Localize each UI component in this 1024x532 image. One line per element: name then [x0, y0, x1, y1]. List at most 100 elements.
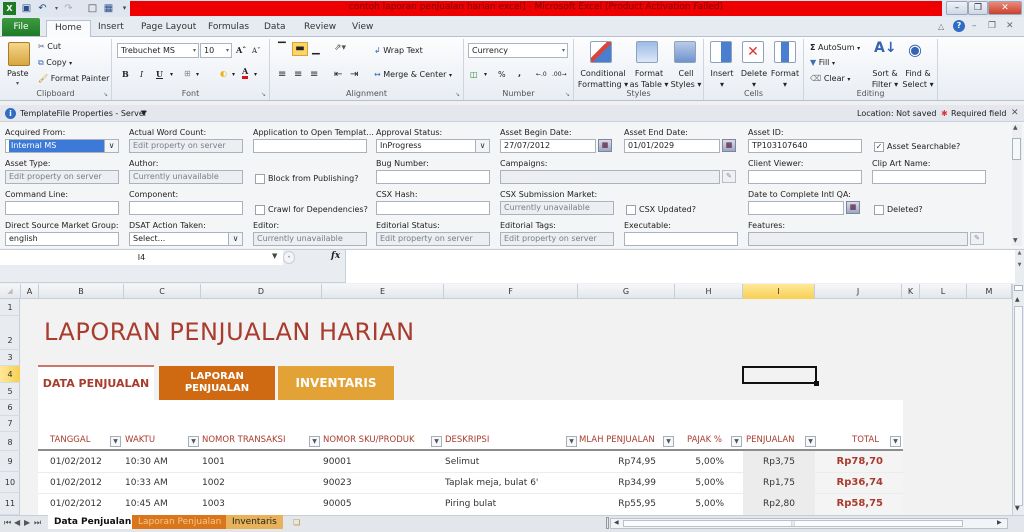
tab-formulas[interactable]: Formulas — [200, 20, 257, 37]
filter-dropdown-icon[interactable]: ▼ — [431, 436, 442, 447]
font-name-select[interactable]: Trebuchet MS ▾ — [117, 43, 199, 58]
column-header[interactable]: M — [967, 284, 1012, 299]
horizontal-scroll-thumb[interactable]: ||| — [623, 520, 963, 527]
vertical-scroll-thumb[interactable] — [1014, 306, 1023, 506]
workbook-minimize-icon[interactable]: – — [972, 21, 977, 31]
row-header[interactable]: 1 — [0, 299, 20, 316]
tab-view[interactable]: View — [344, 20, 381, 37]
cell-penjualan[interactable]: Rp1,75 — [763, 473, 795, 493]
cut-button[interactable]: Cut — [47, 42, 61, 51]
csx-hash-input[interactable] — [376, 201, 490, 215]
fill-color-dropdown-icon[interactable]: ▾ — [232, 69, 235, 80]
cell-waktu[interactable]: 10:33 AM — [125, 473, 168, 493]
decrease-decimal-icon[interactable]: .00→ — [552, 69, 567, 80]
filter-dropdown-icon[interactable]: ▼ — [110, 436, 121, 447]
dsat-action-select[interactable]: Select... ∨ — [129, 232, 243, 246]
filter-dropdown-icon[interactable]: ▼ — [731, 436, 742, 447]
autosum-button[interactable]: AutoSum — [818, 43, 855, 52]
minimize-ribbon-icon[interactable]: △ — [938, 22, 944, 31]
row-header[interactable]: 8 — [0, 432, 20, 451]
tab-split-handle[interactable] — [606, 517, 609, 529]
row-header[interactable]: 7 — [0, 416, 20, 432]
features-browse-icon[interactable]: ✎ — [970, 232, 984, 245]
tab-page-layout[interactable]: Page Layout — [133, 20, 204, 37]
underline-button[interactable]: U — [156, 69, 163, 80]
tab-insert[interactable]: Insert — [90, 20, 132, 37]
conditional-formatting-button[interactable]: Conditional Formatting ▾ — [577, 68, 629, 90]
cell-nomor-transaksi[interactable]: 1001 — [202, 452, 225, 472]
calendar-icon[interactable]: ▦ — [722, 139, 736, 152]
fill-color-icon[interactable]: ◐ — [220, 68, 227, 79]
align-middle-icon[interactable]: ▬ — [292, 42, 308, 56]
tab-review[interactable]: Review — [296, 20, 344, 37]
asset-begin-date-input[interactable]: 27/07/2012 — [500, 139, 596, 153]
align-center-icon[interactable]: ≡ — [294, 69, 302, 80]
cell-nomor-sku[interactable]: 90005 — [323, 494, 352, 514]
increase-indent-icon[interactable]: ⇥ — [350, 69, 358, 80]
cell-total[interactable]: Rp58,75 — [837, 494, 884, 514]
column-header[interactable]: E — [322, 284, 444, 299]
tab-data[interactable]: Data — [256, 20, 294, 37]
font-color-dropdown-icon[interactable]: ▾ — [254, 69, 257, 80]
number-format-select[interactable]: Currency ▾ — [468, 43, 568, 58]
cell-total[interactable]: Rp78,70 — [837, 452, 884, 472]
cell-waktu[interactable]: 10:30 AM — [125, 452, 168, 472]
last-sheet-icon[interactable]: ⏭ — [34, 518, 41, 528]
delete-cells-button[interactable]: Delete ▾ — [740, 68, 768, 90]
paste-icon[interactable] — [8, 42, 30, 66]
cell-penjualan[interactable]: Rp3,75 — [763, 452, 795, 472]
cell-tanggal[interactable]: 01/02/2012 — [50, 473, 102, 493]
filter-dropdown-icon[interactable]: ▼ — [805, 436, 816, 447]
minimize-button[interactable]: – — [946, 1, 968, 15]
align-top-icon[interactable]: ▔ — [278, 43, 286, 54]
close-panel-icon[interactable]: ✕ — [1011, 108, 1019, 118]
row-header-active[interactable]: 4 — [0, 366, 20, 383]
merge-center-button[interactable]: Merge & Center — [383, 70, 446, 79]
help-icon[interactable]: ? — [953, 20, 965, 32]
cell-pajak[interactable]: 5,00% — [695, 473, 724, 493]
column-header[interactable]: G — [578, 284, 675, 299]
italic-button[interactable]: I — [140, 69, 143, 80]
crawl-dependencies-checkbox[interactable] — [255, 205, 265, 215]
align-bottom-icon[interactable]: ▁ — [312, 44, 320, 55]
wrap-text-button[interactable]: Wrap Text — [383, 46, 423, 55]
increase-decimal-icon[interactable]: ←.0 — [536, 69, 547, 80]
accounting-dropdown-icon[interactable]: ▾ — [484, 69, 487, 80]
cell-styles-button[interactable]: Cell Styles ▾ — [670, 68, 702, 90]
column-header[interactable]: D — [201, 284, 322, 299]
vertical-scrollbar[interactable]: ▲ ▼ — [1012, 284, 1024, 515]
underline-dropdown-icon[interactable]: ▾ — [170, 69, 173, 80]
cell-pajak[interactable]: 5,00% — [695, 452, 724, 472]
sheet-tab-data-penjualan[interactable]: Data Penjualan — [48, 515, 138, 529]
next-sheet-icon[interactable]: ▶ — [24, 518, 30, 527]
split-box[interactable] — [1014, 285, 1023, 291]
component-input[interactable] — [129, 201, 243, 215]
undo-icon[interactable]: ↶ — [36, 2, 49, 15]
name-box-dropdown-icon[interactable]: ▼ — [272, 252, 277, 260]
sort-filter-button[interactable]: Sort & Filter ▾ — [870, 68, 900, 90]
cell-waktu[interactable]: 10:45 AM — [125, 494, 168, 514]
nav-tab-inventaris[interactable]: INVENTARIS — [278, 366, 394, 400]
format-cells-button[interactable]: Format ▾ — [770, 68, 800, 90]
column-header[interactable]: K — [902, 284, 920, 299]
tab-home[interactable]: Home — [46, 20, 91, 37]
restore-button[interactable]: ❐ — [968, 1, 988, 15]
format-as-table-button[interactable]: Format as Table ▾ — [628, 68, 670, 90]
properties-dropdown-icon[interactable]: ▼ — [141, 109, 146, 117]
percent-style-button[interactable]: % — [498, 69, 506, 80]
decrease-indent-icon[interactable]: ⇤ — [334, 69, 342, 80]
font-size-select[interactable]: 10 ▾ — [200, 43, 232, 58]
filter-dropdown-icon[interactable]: ▼ — [309, 436, 320, 447]
save-icon[interactable]: ▣ — [20, 2, 33, 15]
clipboard-launcher-icon[interactable]: ↘ — [103, 91, 108, 98]
formula-bar-splitter[interactable]: • — [283, 251, 295, 264]
select-all-button[interactable]: ◢ — [0, 284, 21, 299]
prev-sheet-icon[interactable]: ◀ — [14, 518, 20, 527]
scroll-left-icon[interactable]: ◀ — [614, 519, 619, 526]
row-header[interactable]: 3 — [0, 350, 20, 366]
grow-font-icon[interactable]: Aˆ — [236, 45, 246, 56]
cell-penjualan[interactable]: Rp2,80 — [763, 494, 795, 514]
clear-button[interactable]: Clear — [824, 74, 845, 83]
column-header[interactable]: C — [124, 284, 201, 299]
nav-tab-laporan-penjualan[interactable]: LAPORAN PENJUALAN — [159, 366, 275, 400]
